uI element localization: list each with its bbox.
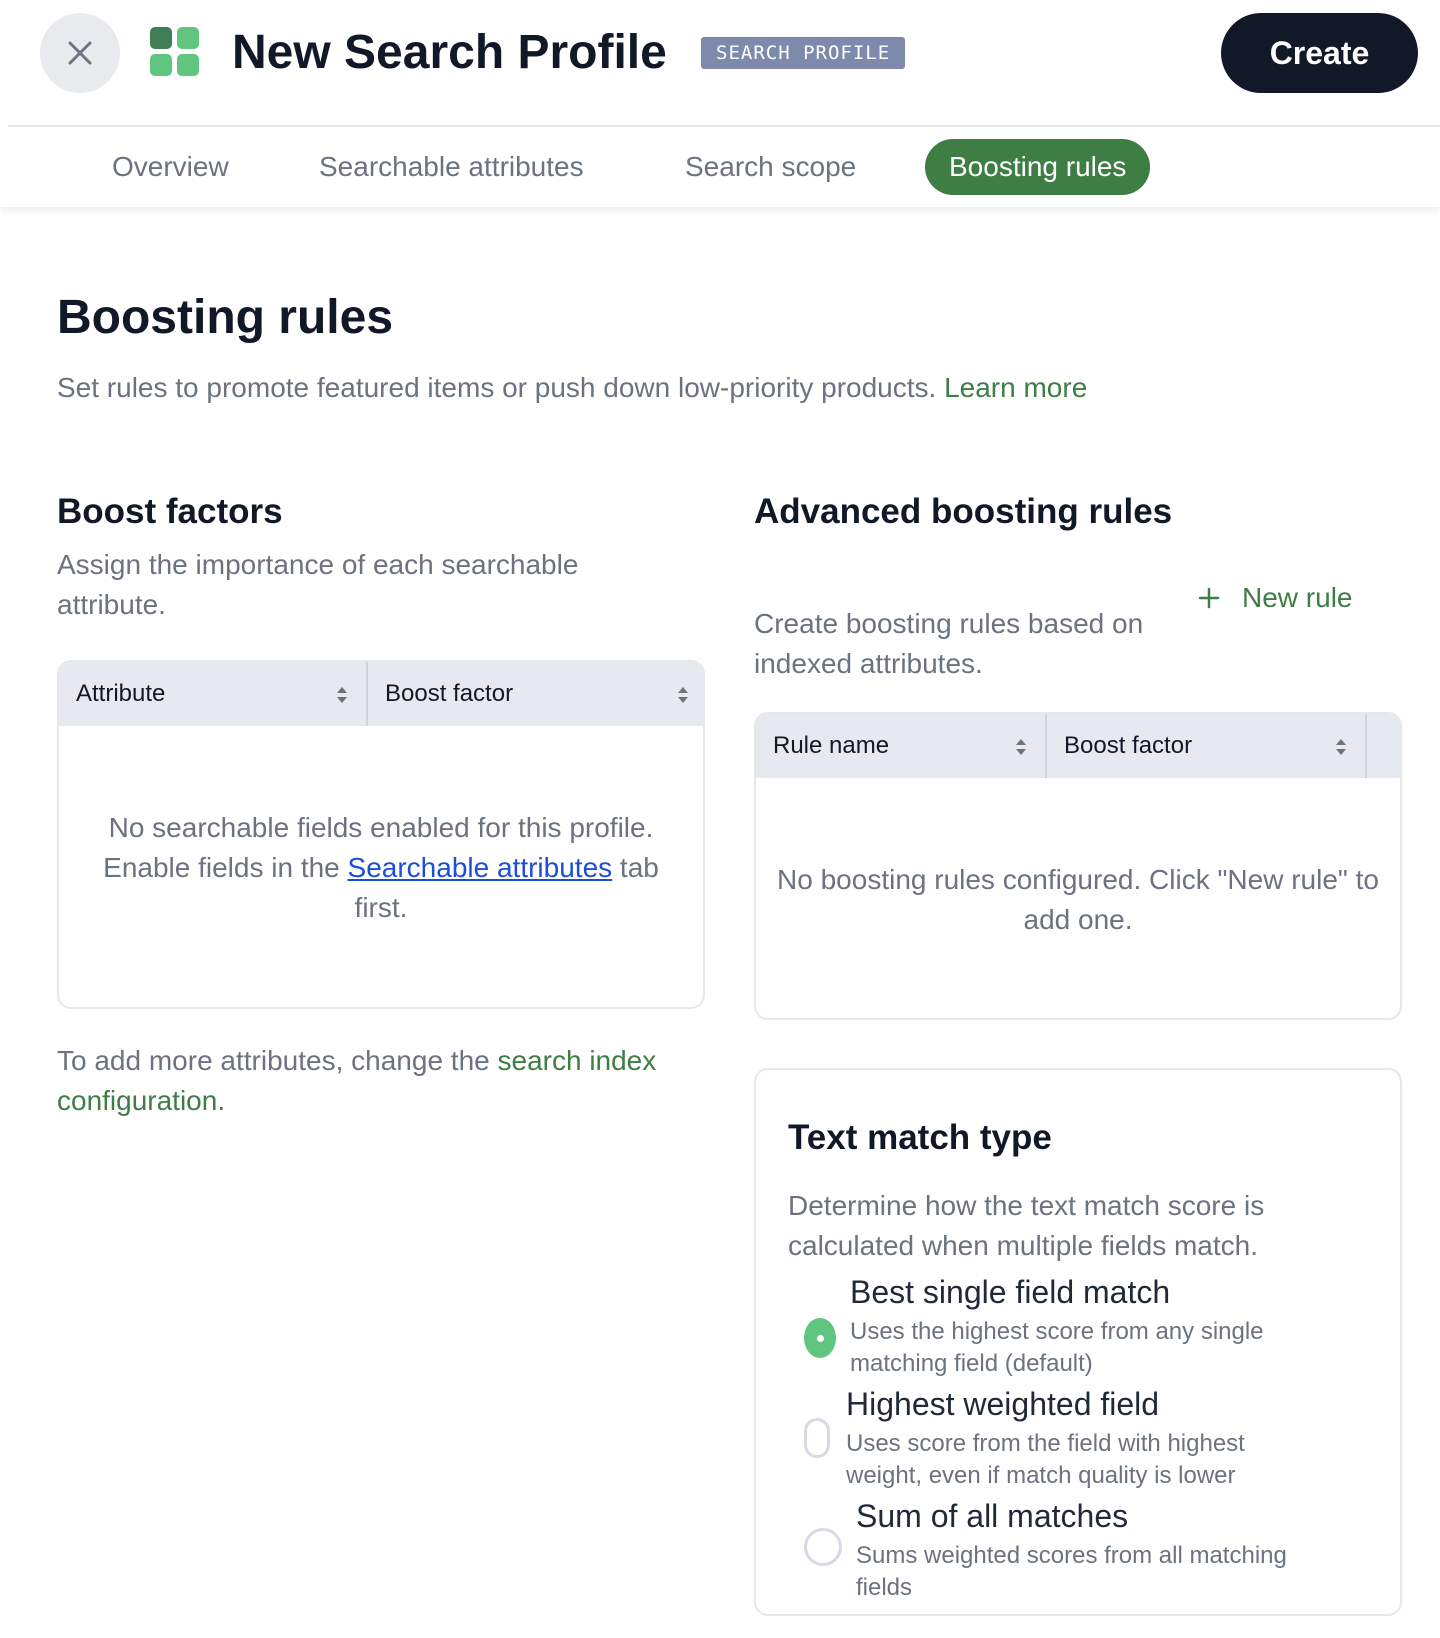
boost-factors-description: Assign the importance of each searchable… xyxy=(57,549,579,620)
tab-boosting-rules[interactable]: Boosting rules xyxy=(925,139,1151,195)
page-description: Set rules to promote featured items or p… xyxy=(57,368,1087,408)
option-description: Sums weighted scores from all matching f… xyxy=(856,1542,1287,1601)
option-description: Uses score from the field with highest w… xyxy=(846,1430,1245,1489)
option-highest-weighted-field[interactable]: Highest weighted field Uses score from t… xyxy=(788,1382,1378,1492)
column-header-boost-factor[interactable]: Boost factor xyxy=(1045,714,1365,778)
radio-button[interactable] xyxy=(804,1528,842,1566)
option-best-single-field[interactable]: Best single field match Uses the highest… xyxy=(788,1270,1378,1380)
tab-searchable-attributes[interactable]: Searchable attributes xyxy=(319,139,584,195)
new-rule-button[interactable]: New rule xyxy=(1198,577,1352,619)
app-header: New Search Profile SEARCH PROFILE Create xyxy=(0,0,1440,126)
radio-button[interactable] xyxy=(804,1318,836,1358)
column-header-label: Boost factor xyxy=(385,680,514,707)
sort-icon xyxy=(1016,739,1026,755)
index-config-note-text: To add more attributes, change the xyxy=(57,1045,490,1076)
column-header-rule-name[interactable]: Rule name xyxy=(756,714,1045,778)
column-header-label: Rule name xyxy=(773,732,890,759)
learn-more-link[interactable]: Learn more xyxy=(944,372,1087,403)
column-header-attribute[interactable]: Attribute xyxy=(59,662,366,726)
option-title: Sum of all matches xyxy=(856,1498,1129,1534)
grid-logo-icon xyxy=(150,27,199,76)
option-title: Best single field match xyxy=(850,1274,1171,1310)
table-header: Attribute Boost factor xyxy=(59,662,703,726)
radio-button[interactable] xyxy=(804,1418,830,1458)
text-match-description: Determine how the text match score is ca… xyxy=(788,1190,1265,1261)
page-description-text: Set rules to promote featured items or p… xyxy=(57,372,937,403)
empty-state-message: No searchable fields enabled for this pr… xyxy=(79,808,683,928)
text-match-card: Text match type Determine how the text m… xyxy=(754,1068,1402,1616)
type-badge: SEARCH PROFILE xyxy=(701,37,906,69)
column-header-boost-factor[interactable]: Boost factor xyxy=(366,662,703,726)
sort-icon xyxy=(1336,739,1346,755)
tab-overview[interactable]: Overview xyxy=(112,139,229,195)
create-button[interactable]: Create xyxy=(1221,13,1418,93)
advanced-rules-table: Rule name Boost factor No boosting rules… xyxy=(754,712,1402,1020)
index-config-note: To add more attributes, change the searc… xyxy=(57,1041,697,1121)
option-description: Uses the highest score from any single m… xyxy=(850,1318,1264,1377)
close-button[interactable] xyxy=(40,13,120,93)
sort-icon xyxy=(678,687,688,703)
boost-factors-table: Attribute Boost factor No searchable fie… xyxy=(57,660,705,1009)
boost-factors-title: Boost factors xyxy=(57,492,283,531)
page-title: Boosting rules xyxy=(57,291,394,344)
page-header-title: New Search Profile xyxy=(232,26,667,79)
table-header: Rule name Boost factor xyxy=(756,714,1400,778)
text-match-title: Text match type xyxy=(788,1118,1052,1157)
option-title: Highest weighted field xyxy=(846,1386,1160,1422)
advanced-boosting-title: Advanced boosting rules xyxy=(754,492,1173,531)
tab-bar: Overview Searchable attributes Search sc… xyxy=(0,127,1440,207)
column-header-label: Attribute xyxy=(76,680,166,707)
new-rule-label: New rule xyxy=(1242,582,1353,613)
advanced-boosting-description: Create boosting rules based on indexed a… xyxy=(754,608,1144,679)
option-sum-of-all-matches[interactable]: Sum of all matches Sums weighted scores … xyxy=(788,1494,1378,1604)
column-header-label: Boost factor xyxy=(1064,732,1193,759)
searchable-attributes-link[interactable]: Searchable attributes xyxy=(348,852,613,883)
close-icon xyxy=(68,41,92,65)
column-header-actions xyxy=(1365,714,1400,778)
plus-icon xyxy=(1198,587,1220,609)
tab-search-scope[interactable]: Search scope xyxy=(685,139,856,195)
empty-state-message: No boosting rules configured. Click "New… xyxy=(777,864,1379,935)
sort-icon xyxy=(337,687,347,703)
